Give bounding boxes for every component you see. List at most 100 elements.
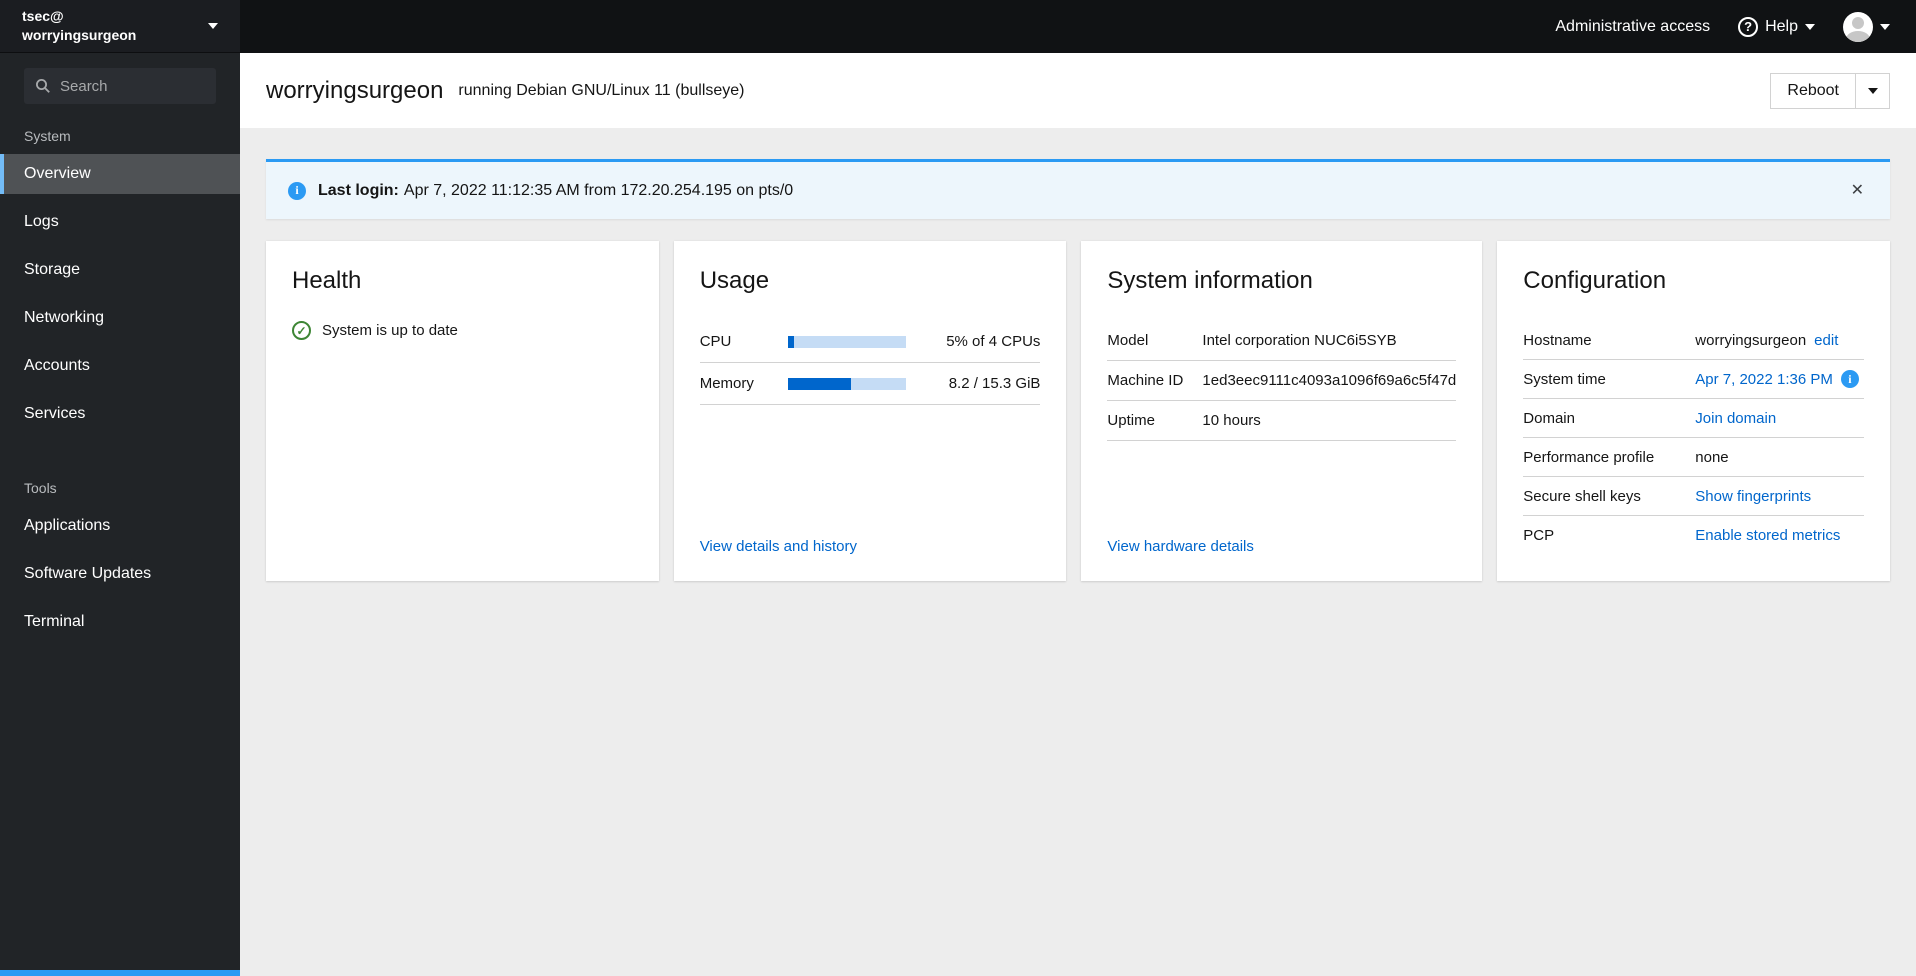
chevron-down-icon [1867, 87, 1878, 94]
hostname-value: worryingsurgeon [1695, 331, 1807, 349]
administrative-access-label: Administrative access [1555, 17, 1711, 35]
card-title: Configuration [1523, 267, 1667, 294]
performance-profile-value: none [1695, 448, 1729, 466]
sidebar: System Overview Logs Storage Networking … [0, 53, 240, 976]
reboot-split-button: Reboot [1770, 72, 1890, 109]
help-menu[interactable]: ? Help [1738, 16, 1815, 37]
main-area: worryingsurgeon running Debian GNU/Linux… [240, 53, 1916, 976]
sidebar-item-services[interactable]: Services [0, 394, 240, 434]
view-details-history-link[interactable]: View details and history [700, 538, 1041, 555]
sidebar-item-software-updates[interactable]: Software Updates [0, 554, 240, 594]
system-time-row: System time Apr 7, 2022 1:36 PM i [1523, 360, 1864, 399]
sidebar-item-networking[interactable]: Networking [0, 298, 240, 338]
sidebar-item-label: Software Updates [24, 565, 152, 582]
masthead: Administrative access ? Help [240, 0, 1916, 53]
sidebar-bottom-accent [0, 970, 240, 976]
sidebar-item-accounts[interactable]: Accounts [0, 346, 240, 386]
host-name: worryingsurgeon [22, 27, 137, 43]
page-title: worryingsurgeon [266, 76, 444, 104]
sidebar-item-overview[interactable]: Overview [0, 154, 240, 194]
nav-section-system: System Overview Logs Storage Networking … [0, 122, 240, 434]
nav-section-tools: Tools Applications Software Updates Term… [0, 474, 240, 642]
sidebar-item-storage[interactable]: Storage [0, 250, 240, 290]
reboot-button[interactable]: Reboot [1771, 74, 1855, 108]
search-input[interactable] [60, 77, 205, 95]
memory-usage-value: 8.2 / 15.3 GiB [948, 375, 1041, 392]
cpu-usage-row: CPU 5% of 4 CPUs [699, 321, 1041, 363]
nav-section-label: System [24, 128, 71, 144]
edit-hostname-link[interactable]: edit [1814, 332, 1838, 349]
sidebar-item-label: Storage [24, 261, 81, 278]
model-value: Intel corporation NUC6i5SYB [1202, 332, 1397, 349]
sidebar-item-label: Services [24, 405, 86, 422]
usage-card: Usage CPU 5% of 4 CPUs Memory 8.2 / 15.3… [673, 241, 1067, 581]
sidebar-item-label: Accounts [24, 357, 90, 374]
info-icon[interactable]: i [1840, 370, 1859, 388]
memory-progress-bar [787, 377, 906, 390]
model-label: Model [1107, 332, 1149, 349]
app-window: tsec@ worryingsurgeon Administrative acc… [0, 0, 1916, 976]
memory-usage-row: Memory 8.2 / 15.3 GiB [699, 363, 1041, 405]
reboot-menu-toggle[interactable] [1855, 73, 1889, 108]
cpu-progress-fill [787, 335, 794, 348]
info-icon: i [288, 181, 306, 200]
sidebar-item-label: Logs [24, 213, 59, 230]
card-title: System information [1107, 267, 1313, 294]
search-icon [35, 78, 51, 94]
uptime-value: 10 hours [1202, 412, 1261, 429]
hostname-label: Hostname [1523, 331, 1592, 349]
content-header: worryingsurgeon running Debian GNU/Linux… [240, 53, 1916, 128]
sidebar-search[interactable] [24, 68, 216, 104]
administrative-access-button[interactable]: Administrative access [1555, 18, 1710, 36]
performance-profile-label: Performance profile [1523, 448, 1655, 466]
view-hardware-details-link[interactable]: View hardware details [1107, 538, 1456, 555]
system-time-link[interactable]: Apr 7, 2022 1:36 PM [1695, 371, 1833, 388]
memory-label: Memory [699, 375, 754, 392]
uptime-label: Uptime [1107, 412, 1155, 429]
check-circle-icon: ✓ [292, 321, 311, 340]
last-login-alert: i Last login: Apr 7, 2022 11:12:35 AM fr… [266, 159, 1890, 219]
sidebar-item-label: Terminal [24, 613, 85, 630]
host-switcher-label: tsec@ worryingsurgeon [22, 7, 136, 45]
performance-profile-row: Performance profile none [1523, 438, 1864, 477]
chevron-down-icon [208, 23, 218, 29]
chevron-down-icon [1805, 23, 1815, 30]
machine-id-value: 1ed3eec9111c4093a1096f69a6c5f47d [1202, 372, 1457, 389]
health-status-text: System is up to date [322, 322, 458, 339]
question-circle-icon: ? [1738, 16, 1759, 37]
chevron-down-icon [1880, 23, 1890, 30]
nav-section-label: Tools [24, 480, 57, 496]
health-card: Health ✓ System is up to date [266, 241, 659, 581]
secure-shell-keys-row: Secure shell keys Show fingerprints [1523, 477, 1864, 516]
join-domain-link[interactable]: Join domain [1695, 410, 1776, 427]
close-icon[interactable]: ✕ [1851, 182, 1864, 199]
secure-shell-keys-label: Secure shell keys [1523, 487, 1641, 505]
user-name: tsec@ [22, 8, 64, 25]
memory-progress-fill [787, 377, 852, 390]
alert-message: Apr 7, 2022 11:12:35 AM from 172.20.254.… [403, 181, 794, 199]
configuration-card: Configuration Hostname worryingsurgeon e… [1497, 241, 1890, 581]
machine-id-label: Machine ID [1107, 372, 1184, 389]
help-label: Help [1765, 17, 1798, 35]
sidebar-item-label: Overview [24, 165, 91, 182]
content: i Last login: Apr 7, 2022 11:12:35 AM fr… [240, 128, 1916, 976]
cpu-label: CPU [699, 333, 732, 350]
domain-label: Domain [1523, 409, 1575, 427]
pcp-label: PCP [1523, 527, 1555, 544]
host-switcher[interactable]: tsec@ worryingsurgeon [0, 0, 240, 53]
sidebar-item-applications[interactable]: Applications [0, 506, 240, 546]
sidebar-item-terminal[interactable]: Terminal [0, 602, 240, 642]
sidebar-item-logs[interactable]: Logs [0, 202, 240, 242]
sidebar-item-label: Applications [24, 517, 111, 534]
hostname-row: Hostname worryingsurgeon edit [1523, 321, 1864, 360]
page-subtitle: running Debian GNU/Linux 11 (bullseye) [458, 81, 745, 99]
card-title: Health [292, 267, 362, 294]
overview-cards: Health ✓ System is up to date Usage CPU … [266, 241, 1890, 581]
cpu-progress-bar [787, 335, 906, 348]
system-information-card: System information Model Intel corporati… [1081, 241, 1483, 581]
card-title: Usage [699, 267, 770, 294]
uptime-row: Uptime 10 hours [1107, 401, 1457, 441]
show-fingerprints-link[interactable]: Show fingerprints [1695, 488, 1811, 505]
enable-stored-metrics-link[interactable]: Enable stored metrics [1695, 527, 1840, 544]
session-menu[interactable] [1843, 11, 1890, 42]
